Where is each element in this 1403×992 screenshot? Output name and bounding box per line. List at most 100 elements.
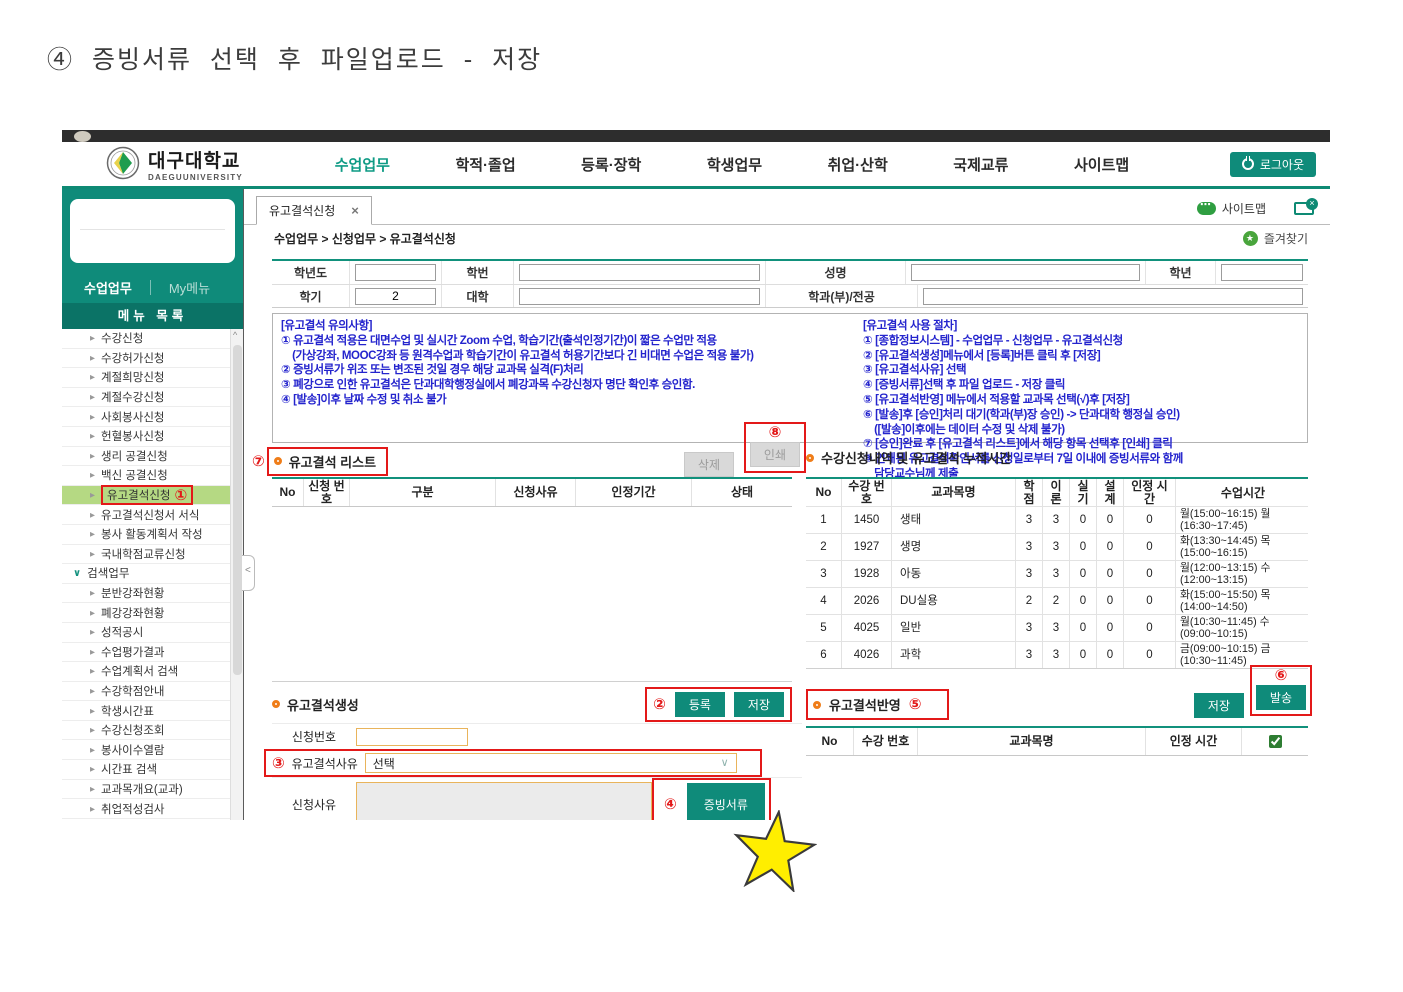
sidebar-tab-main[interactable]: 수업업무 [84, 278, 132, 297]
sidebar-menu-item[interactable]: 사회봉사신청 [62, 407, 230, 427]
student-info-row: 학년도 학번 성명 학년 [272, 261, 1308, 284]
nav-item[interactable]: 등록·장학 [581, 154, 641, 175]
nav-item[interactable]: 국제교류 [953, 154, 1008, 175]
university-name: 대구대학교 DAEGUUNIVERSITY [148, 146, 243, 182]
sidebar-menu-item[interactable]: 유고결석신청 ① [62, 486, 230, 506]
content-area: 유고결석신청 사이트맵 수업업무 > 신청업무 > 유고결석신청 즐겨찾기 학년… [243, 189, 1330, 820]
scrollbar-thumb[interactable] [233, 345, 242, 675]
sidebar-menu: 수강신청 수강허가신청 계절희망신청 계절수강신청 [62, 329, 243, 820]
sidebar-menu-item[interactable]: 교과목개요(교과) [62, 780, 230, 800]
sidebar-menu-item[interactable]: 유고결석신청서 서식 [62, 505, 230, 525]
col-recognized-time: 인정 시간 [1124, 479, 1176, 506]
name-input[interactable] [911, 264, 1140, 281]
apply-no-input[interactable] [356, 728, 468, 746]
sidebar-menu-item[interactable]: 생리 공결신청 [62, 447, 230, 467]
absence-list-header: No 신청 번호 구분 신청사유 인정기간 상태 [272, 479, 792, 507]
enrollment-body: 1 1450 생태 3 3 0 0 0 월(15:00~16:15) 월(16:… [806, 507, 1308, 669]
annotation-6: ⑥ [1275, 668, 1288, 683]
college-input[interactable] [519, 288, 760, 305]
absence-list-title: 유고결석 리스트 [289, 452, 376, 471]
logout-label: 로그아웃 [1260, 156, 1304, 173]
sidebar-menu-item[interactable]: 검색업무 [62, 564, 230, 584]
enrollment-row[interactable]: 6 4026 과학 3 3 0 0 0 금(09:00~10:15) 금(10:… [806, 642, 1308, 669]
sidebar-menu-item[interactable]: 수강신청조회 [62, 721, 230, 741]
create-save-button[interactable]: 저장 [734, 692, 784, 717]
sidebar-menu-item[interactable]: 국내학점교류신청 [62, 545, 230, 565]
sidebar-menu-item[interactable]: 수업계획서 검색 [62, 662, 230, 682]
enrollment-row[interactable]: 4 2026 DU실용 2 2 0 0 0 화(15:00~15:50) 목(1… [806, 588, 1308, 615]
grade-input[interactable] [1221, 264, 1303, 281]
sidebar-menu-item[interactable]: 폐강강좌현황 [62, 603, 230, 623]
sitemap-icon [1197, 202, 1216, 215]
sidebar-menu-item[interactable]: 헌혈봉사신청 [62, 427, 230, 447]
sitemap-label: 사이트맵 [1222, 200, 1266, 217]
notice-line: ④ [발송]이후 날짜 수정 및 취소 불가 [281, 393, 859, 408]
col-course-name: 교과목명 [892, 479, 1016, 506]
sidebar-menu-item[interactable]: 시간표 검색 [62, 760, 230, 780]
sidebar-menu-item[interactable]: 성적공시 [62, 623, 230, 643]
apply-save-button[interactable]: 저장 [1194, 693, 1244, 718]
col-no: No [806, 728, 854, 755]
send-button[interactable]: 발송 [1256, 685, 1306, 710]
sidebar-menu-item[interactable]: 수강허가신청 [62, 349, 230, 369]
student-info-row: 학기 대학 학과(부)/전공 [272, 284, 1308, 307]
nav-item[interactable]: 학생업무 [707, 154, 762, 175]
enrollment-row[interactable]: 3 1928 아동 3 3 0 0 0 월(12:00~13:15) 수(12:… [806, 561, 1308, 588]
enrollment-row[interactable]: 2 1927 생명 3 3 0 0 0 화(13:30~14:45) 목(15:… [806, 534, 1308, 561]
sidebar-tab-my[interactable]: My메뉴 [169, 278, 210, 297]
col-theory: 이 론 [1043, 479, 1070, 506]
nav-item[interactable]: 학적·졸업 [455, 154, 515, 175]
sidebar-menu-item[interactable]: 백신 공결신청 [62, 466, 230, 486]
semester-input[interactable] [355, 288, 436, 305]
annotation-4: ④ [664, 797, 677, 812]
absence-create-title: 유고결석생성 [287, 695, 359, 714]
sidebar-menu-item[interactable]: 수업평가결과 [62, 643, 230, 663]
field-label-year: 학년도 [272, 261, 350, 284]
nav-item[interactable]: 사이트맵 [1074, 154, 1129, 175]
university-emblem-icon [106, 146, 140, 183]
year-input[interactable] [355, 264, 436, 281]
sidebar-menu-item[interactable]: 계절수강신청 [62, 388, 230, 408]
menu-list-title: 메뉴 목록 [62, 303, 243, 329]
sidebar-menu-item[interactable]: 봉사이수열람 [62, 740, 230, 760]
major-input[interactable] [923, 288, 1303, 305]
sidebar-menu-item[interactable]: 수강신청 [62, 329, 230, 349]
enrollment-row[interactable]: 1 1450 생태 3 3 0 0 0 월(15:00~16:15) 월(16:… [806, 507, 1308, 534]
enrollment-table: No 수강 번호 교과목명 학 점 이 론 실 기 설 계 인정 시간 수업시간… [806, 477, 1308, 669]
sitemap-link[interactable]: 사이트맵 [1197, 200, 1266, 217]
sidebar-menu-item[interactable]: 학생시간표 [62, 701, 230, 721]
sidebar-menu-item[interactable]: 취업적성검사 [62, 799, 230, 819]
enrollment-row[interactable]: 5 4025 일반 3 3 0 0 0 월(10:30~11:45) 수(09:… [806, 615, 1308, 642]
tab-close-icon[interactable] [351, 203, 359, 218]
notice-line: ③ 폐강으로 인한 유고결석은 단과대학행정실에서 폐강과목 수강신청자 명단 … [281, 378, 859, 393]
print-button[interactable]: 인쇄 [750, 442, 800, 467]
sidebar-tabs: 수업업무 My메뉴 [62, 271, 243, 303]
sidebar-menu-item[interactable]: 계절희망신청 [62, 368, 230, 388]
sidebar-menu-item[interactable]: 수강학점안내 [62, 682, 230, 702]
login-info-box [70, 199, 235, 263]
student-id-input[interactable] [519, 264, 760, 281]
sidebar-menu-item[interactable]: 분반강좌현황 [62, 584, 230, 604]
select-all-checkbox[interactable] [1269, 735, 1282, 748]
delete-button[interactable]: 삭제 [684, 452, 734, 477]
nav-item[interactable]: 취업·산학 [828, 154, 888, 175]
breadcrumb: 수업업무 > 신청업무 > 유고결석신청 [274, 230, 456, 247]
university-logo[interactable]: 대구대학교 DAEGUUNIVERSITY [106, 146, 302, 183]
sidebar-collapse-handle[interactable] [242, 555, 255, 591]
reason-input[interactable] [356, 782, 652, 820]
reason-type-select[interactable]: 선택 [365, 753, 737, 773]
logout-button[interactable]: 로그아웃 [1230, 152, 1316, 177]
register-button[interactable]: 등록 [675, 692, 725, 717]
field-label-college: 대학 [442, 285, 514, 307]
favorite-button[interactable]: 즐겨찾기 [1243, 230, 1308, 247]
send-annotation-frame: ⑥ 발송 [1250, 665, 1312, 716]
sidebar-menu-item[interactable]: 봉사 활동계획서 작성 [62, 525, 230, 545]
nav-item[interactable]: 수업업무 [335, 154, 390, 175]
close-all-tabs-icon[interactable] [1294, 202, 1314, 215]
divider [806, 668, 1308, 669]
sidebar: 수업업무 My메뉴 메뉴 목록 수강신청 수강허가신청 계절희 [62, 189, 243, 820]
notice-procedure-title: [유고결석 사용 절차] [863, 319, 1299, 334]
reason-type-label: 유고결석사유 [285, 755, 365, 772]
notice-line: ⑥ [발송]후 [승인]처리 대기(학과(부)장 승인) -> 단과대학 행정실… [863, 408, 1299, 423]
page-tab[interactable]: 유고결석신청 [256, 196, 372, 225]
